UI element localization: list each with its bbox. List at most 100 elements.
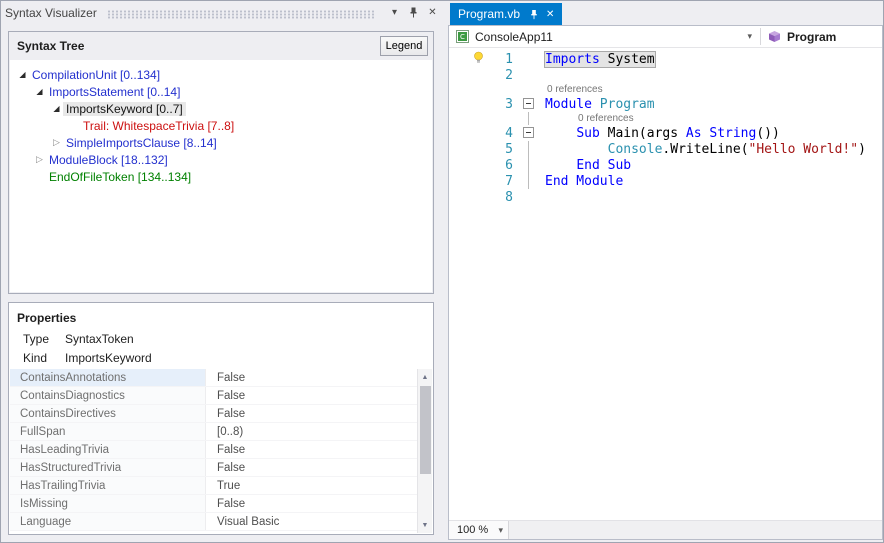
tree-node[interactable]: ◢ImportsKeyword [0..7] xyxy=(10,100,432,117)
code-token: ) xyxy=(858,142,866,157)
line-number: 7 xyxy=(489,174,521,189)
outlining-collapse-icon[interactable] xyxy=(523,127,534,138)
type-kind-rows: Type SyntaxToken Kind ImportsKeyword xyxy=(9,329,433,367)
outlining-margin xyxy=(521,67,537,83)
property-name: Language xyxy=(10,513,206,530)
outlining-collapse-icon[interactable] xyxy=(523,98,534,109)
line-number: 5 xyxy=(489,142,521,157)
code-token: String xyxy=(709,126,756,141)
editor-bottom-bar: 100 % ▾ xyxy=(449,520,882,539)
lightbulb-margin xyxy=(449,51,489,68)
module-icon xyxy=(768,30,781,43)
code-token: ()) xyxy=(756,126,779,141)
property-row[interactable]: ContainsDirectivesFalse xyxy=(10,405,417,423)
tab-close-icon[interactable]: ✕ xyxy=(546,9,554,20)
tree-node-label: CompilationUnit [0..134] xyxy=(29,68,163,82)
tree-node[interactable]: EndOfFileToken [134..134] xyxy=(10,168,432,185)
zoom-level: 100 % xyxy=(457,524,488,536)
legend-button[interactable]: Legend xyxy=(380,36,428,56)
code-token: Console xyxy=(608,142,663,157)
code-token: End Module xyxy=(545,174,623,189)
tree-expander-icon[interactable]: ▷ xyxy=(50,137,63,148)
property-name: FullSpan xyxy=(10,423,206,440)
code-token: System xyxy=(600,52,655,67)
outlining-margin xyxy=(521,173,537,189)
outlining-margin xyxy=(521,141,537,157)
property-value: False xyxy=(206,495,245,512)
code-area[interactable]: 1Imports System20 references3Module Prog… xyxy=(449,48,882,520)
tree-expander-icon[interactable]: ▷ xyxy=(33,154,46,165)
property-row[interactable]: HasStructuredTriviaFalse xyxy=(10,459,417,477)
kind-label: Kind xyxy=(23,351,65,365)
line-number: 6 xyxy=(489,158,521,173)
syntax-tree-group: Syntax Tree Legend ◢CompilationUnit [0..… xyxy=(8,31,434,294)
editor-tab-programvb[interactable]: Program.vb ✕ xyxy=(450,3,562,25)
code-line[interactable]: 3Module Program xyxy=(449,96,882,112)
code-line[interactable]: 7 End Module xyxy=(449,173,882,189)
properties-group: Properties Type SyntaxToken Kind Imports… xyxy=(8,302,434,535)
code-token xyxy=(592,97,600,112)
lightbulb-icon[interactable] xyxy=(472,51,485,68)
member-dropdown[interactable]: Program xyxy=(761,26,882,47)
tree-node[interactable]: ◢CompilationUnit [0..134] xyxy=(10,66,432,83)
project-dropdown-arrow-icon[interactable]: ▾ xyxy=(747,31,752,42)
code-line[interactable]: 4 Sub Main(args As String()) xyxy=(449,125,882,141)
property-value: Visual Basic xyxy=(206,513,279,530)
properties-scrollbar[interactable]: ▲ ▼ xyxy=(417,369,432,533)
scroll-up-icon[interactable]: ▲ xyxy=(418,370,432,384)
codelens-label[interactable]: 0 references xyxy=(545,84,603,95)
code-text: Console.WriteLine("Hello World!") xyxy=(537,142,866,157)
codelens-text: 0 references xyxy=(537,84,603,95)
kind-row: Kind ImportsKeyword xyxy=(9,348,433,367)
titlebar-grip[interactable] xyxy=(107,10,376,19)
kind-value: ImportsKeyword xyxy=(65,351,152,365)
property-row[interactable]: HasTrailingTriviaTrue xyxy=(10,477,417,495)
tree-expander-icon[interactable]: ◢ xyxy=(50,104,63,113)
property-row[interactable]: ContainsDiagnosticsFalse xyxy=(10,387,417,405)
code-line[interactable]: 5 Console.WriteLine("Hello World!") xyxy=(449,141,882,157)
code-line[interactable]: 2 xyxy=(449,67,882,83)
property-value: False xyxy=(206,459,245,476)
code-line[interactable]: 6 End Sub xyxy=(449,157,882,173)
tree-node[interactable]: Trail: WhitespaceTrivia [7..8] xyxy=(10,117,432,134)
property-row[interactable]: LanguageVisual Basic xyxy=(10,513,417,531)
window-position-icon[interactable]: ▾ xyxy=(386,5,403,21)
property-row[interactable]: IsMissingFalse xyxy=(10,495,417,513)
tree-node[interactable]: ▷SimpleImportsClause [8..14] xyxy=(10,134,432,151)
property-name: HasStructuredTrivia xyxy=(10,459,206,476)
zoom-control[interactable]: 100 % ▾ xyxy=(449,521,509,539)
property-row[interactable]: ContainsAnnotationsFalse xyxy=(10,369,417,387)
property-name: IsMissing xyxy=(10,495,206,512)
outlining-guide xyxy=(528,141,529,157)
tree-expander-icon[interactable]: ◢ xyxy=(16,70,29,79)
syntax-tree-title: Syntax Tree xyxy=(17,39,84,53)
project-dropdown[interactable]: C ConsoleApp11 ▾ xyxy=(449,26,760,47)
properties-title: Properties xyxy=(17,311,76,325)
tab-pin-icon[interactable] xyxy=(529,9,539,20)
tree-node[interactable]: ▷ModuleBlock [18..132] xyxy=(10,151,432,168)
tree-expander-icon[interactable]: ◢ xyxy=(33,87,46,96)
scrollbar-thumb[interactable] xyxy=(420,386,431,474)
property-value: False xyxy=(206,387,245,404)
pin-icon[interactable] xyxy=(405,5,422,21)
property-row[interactable]: FullSpan[0..8) xyxy=(10,423,417,441)
code-editor-panel: C ConsoleApp11 ▾ Program 1Imports System… xyxy=(448,25,883,540)
tree-node[interactable]: ◢ImportsStatement [0..14] xyxy=(10,83,432,100)
code-text: Sub Main(args As String()) xyxy=(537,126,780,141)
type-label: Type xyxy=(23,332,65,346)
property-value: False xyxy=(206,369,245,386)
project-icon: C xyxy=(456,30,469,43)
code-text: Module Program xyxy=(537,97,655,112)
outlining-guide xyxy=(528,157,529,173)
codelens-label[interactable]: 0 references xyxy=(545,113,634,124)
property-name: HasTrailingTrivia xyxy=(10,477,206,494)
code-token xyxy=(545,158,576,173)
close-icon[interactable]: ✕ xyxy=(424,5,441,21)
zoom-dropdown-arrow-icon[interactable]: ▾ xyxy=(498,525,503,536)
code-line[interactable]: 8 xyxy=(449,189,882,205)
tree-node-label: Trail: WhitespaceTrivia [7..8] xyxy=(80,119,237,133)
outlining-margin xyxy=(521,112,537,125)
property-row[interactable]: HasLeadingTriviaFalse xyxy=(10,441,417,459)
scroll-down-icon[interactable]: ▼ xyxy=(418,518,432,532)
code-line[interactable]: 1Imports System xyxy=(449,51,882,67)
